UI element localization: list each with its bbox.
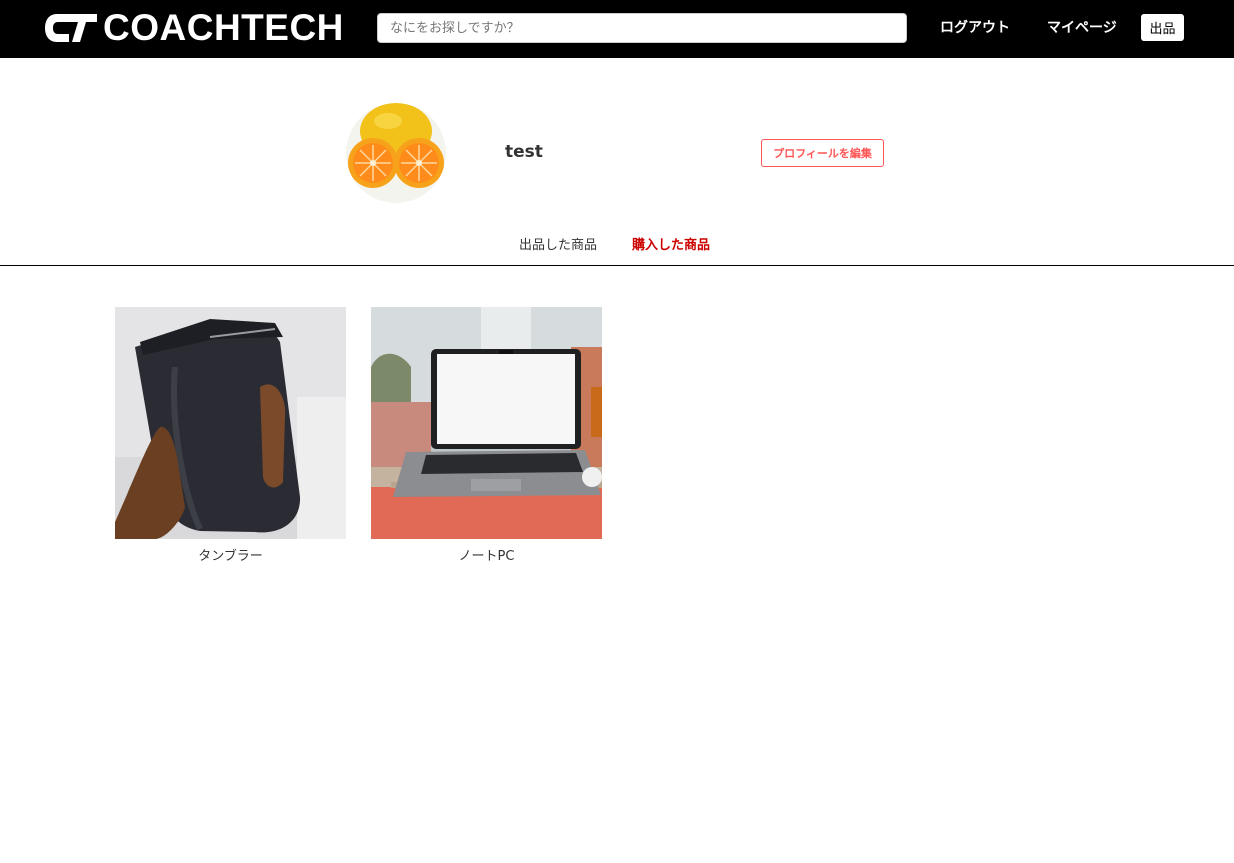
tab-divider [0,265,1234,266]
header: COACHTECH ログアウト マイページ 出品 [0,0,1234,58]
sell-button[interactable]: 出品 [1141,14,1184,41]
item-name: タンブラー [198,549,263,564]
orange-avatar-icon [346,103,446,203]
avatar [346,103,446,203]
laptop-image [371,307,602,539]
tab-purchased-items[interactable]: 購入した商品 [632,236,710,256]
logo-text: COACHTECH [103,7,344,48]
ct-logo-icon [45,14,97,42]
mypage-link[interactable]: マイページ [1047,18,1117,38]
coachtech-logo[interactable]: COACHTECH [45,7,344,48]
edit-profile-button[interactable]: プロフィールを編集 [761,139,884,167]
item-card[interactable]: タンブラー [115,307,346,566]
profile-username: test [505,142,543,162]
tumbler-image [115,307,346,539]
search-input[interactable] [377,13,907,43]
logout-link[interactable]: ログアウト [940,18,1010,38]
tab-listed-items[interactable]: 出品した商品 [519,236,597,256]
item-card[interactable]: ノートPC [371,307,602,566]
item-name: ノートPC [458,549,515,564]
